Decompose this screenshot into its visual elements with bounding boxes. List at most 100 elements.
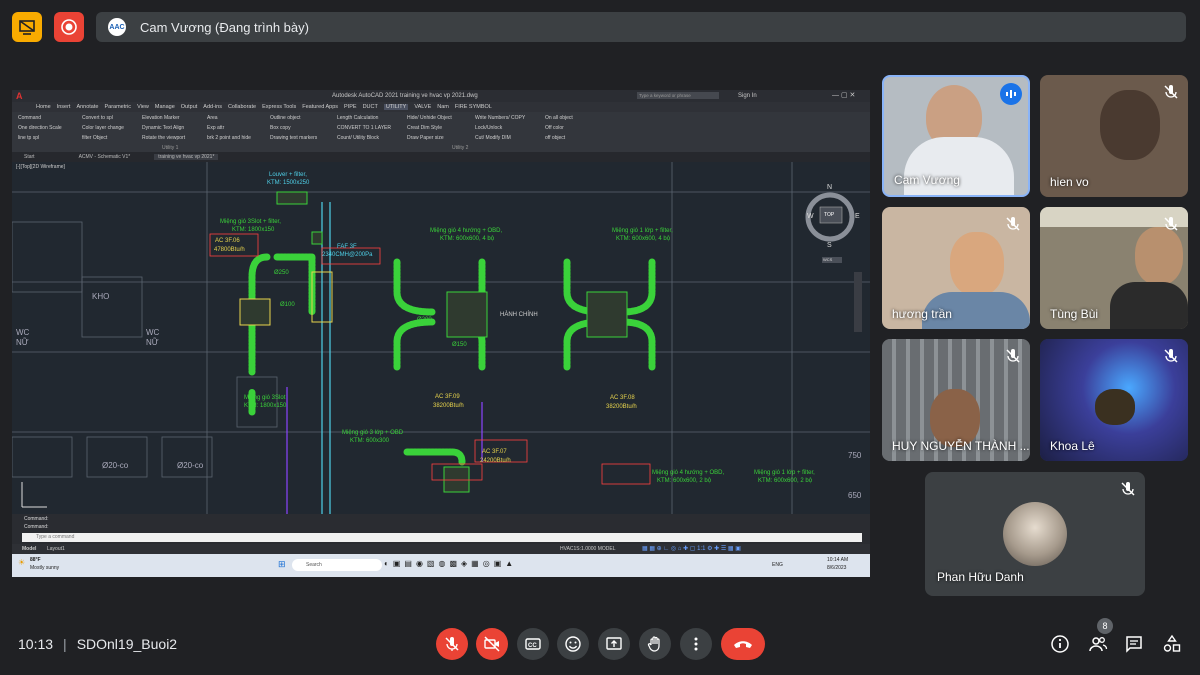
cad-label: WC <box>16 328 30 337</box>
weather-temp[interactable]: 88°F <box>30 557 41 563</box>
participant-tile[interactable]: Phan Hữu Danh <box>925 472 1145 596</box>
doc-tab[interactable]: ACMV - Schematic V1* <box>79 154 131 160</box>
menu-tab[interactable]: Collaborate <box>228 104 256 110</box>
meeting-details-button[interactable] <box>1048 632 1072 656</box>
chat-button[interactable] <box>1122 632 1146 656</box>
ribbon-item[interactable]: One direction Scale <box>18 125 62 131</box>
layout-tab-layout1[interactable]: Layout1 <box>47 546 65 552</box>
windows-taskbar: ☀ 88°F Mostly sunny ⊞ Search ◐▣▤◉▧◍▩◈▦◎▣… <box>12 554 870 577</box>
recording-button[interactable] <box>54 12 84 42</box>
doc-tab[interactable]: Start <box>24 154 35 160</box>
menu-tab[interactable]: Express Tools <box>262 104 296 110</box>
weather-desc[interactable]: Mostly sunny <box>30 565 59 571</box>
menu-tab[interactable]: Featured Apps <box>302 104 338 110</box>
cad-label: 38200Btu/h <box>433 403 464 409</box>
ribbon-item[interactable]: Convert to spl <box>82 115 124 121</box>
participant-tile[interactable]: hương trần <box>882 207 1030 329</box>
menu-tab[interactable]: Output <box>181 104 198 110</box>
cad-label: KHO <box>92 292 110 301</box>
toggle-mic-button[interactable] <box>436 628 468 660</box>
menu-tab[interactable]: DUCT <box>363 104 378 110</box>
taskbar-search[interactable]: Search <box>292 559 382 571</box>
doc-tab-active[interactable]: training ve hvac vp 2021* <box>154 154 219 160</box>
cad-label: Ø20-co <box>102 461 129 470</box>
status-tools-icon[interactable]: ▦ ▦ ⊕ ∟ ◎ ⌂ ✚ ▢ 1:1 ⚙ ✚ ☰ ▦ ▣ <box>642 545 741 552</box>
menu-tab[interactable]: Nam <box>437 104 449 110</box>
activities-button[interactable] <box>1160 632 1184 656</box>
present-now-button[interactable] <box>598 628 630 660</box>
ribbon-item[interactable]: Off color <box>545 125 573 131</box>
separator: | <box>63 636 67 652</box>
menu-tab[interactable]: Add-ins <box>203 104 222 110</box>
participant-tile[interactable]: hien vo <box>1040 75 1188 197</box>
raise-hand-icon <box>647 636 660 652</box>
ribbon-item[interactable]: Dynamic Text Align <box>142 125 185 131</box>
presenter-banner[interactable]: AAC Cam Vương (Đang trình bày) <box>96 12 1186 42</box>
ribbon-item[interactable]: Length Calculation <box>337 115 391 121</box>
participant-tile[interactable]: HUY NGUYỄN THÀNH ... <box>882 339 1030 461</box>
mic-off-icon <box>445 637 459 651</box>
ribbon-item[interactable]: off object <box>545 135 573 141</box>
more-options-button[interactable] <box>680 628 712 660</box>
menu-tab[interactable]: Manage <box>155 104 175 110</box>
participant-name: Phan Hữu Danh <box>937 570 1024 584</box>
ribbon-item[interactable]: Command <box>18 115 62 121</box>
toggle-camera-button[interactable] <box>476 628 508 660</box>
cad-drawing-area[interactable]: [-][Top][2D Wireframe] N S W E TOP WCS L… <box>12 162 870 514</box>
taskbar-apps-icon[interactable]: ◐▣▤◉▧◍▩◈▦◎▣▲ <box>384 559 517 568</box>
ribbon-item[interactable]: Hide/ Unhide Object <box>407 115 452 121</box>
tray-date[interactable]: 8/6/2023 <box>827 565 846 571</box>
participant-tile-speaking[interactable]: Cam Vương <box>882 75 1030 197</box>
ribbon-item[interactable]: Cut/ Modify DIM <box>475 135 525 141</box>
ribbon-item[interactable]: Drawing text markers <box>270 135 317 141</box>
presentation-mode-button[interactable] <box>12 12 42 42</box>
ribbon-item[interactable]: On all object <box>545 115 573 121</box>
reactions-button[interactable] <box>557 628 589 660</box>
leave-call-button[interactable] <box>721 628 765 660</box>
people-button[interactable] <box>1086 632 1110 656</box>
autocad-logo-icon: A <box>16 91 23 101</box>
menu-tab[interactable]: Home <box>36 104 51 110</box>
mic-off-icon <box>1164 85 1178 99</box>
ribbon-item[interactable]: Elevation Marker <box>142 115 185 121</box>
info-icon <box>1051 635 1069 653</box>
window-controls-icon[interactable]: — ▢ ✕ <box>832 91 855 99</box>
raise-hand-button[interactable] <box>639 628 671 660</box>
search-field[interactable]: Type a keyword or phrase <box>637 92 719 99</box>
menu-tab[interactable]: View <box>137 104 149 110</box>
ribbon-item[interactable]: brk 2 point and hide <box>207 135 251 141</box>
ribbon-item[interactable]: Rotate the viewport <box>142 135 185 141</box>
tray-time[interactable]: 10:14 AM <box>827 557 848 563</box>
windows-start-icon[interactable]: ⊞ <box>278 559 286 570</box>
menu-tab[interactable]: Annotate <box>76 104 98 110</box>
tray-lang[interactable]: ENG <box>772 562 783 568</box>
ribbon-item[interactable]: Write Numbers/ COPY <box>475 115 525 121</box>
ribbon-item[interactable]: Area <box>207 115 251 121</box>
menu-tab[interactable]: FIRE SYMBOL <box>455 104 492 110</box>
ribbon-item[interactable]: CONVERT TO 1 LAYER <box>337 125 391 131</box>
ribbon-item[interactable]: Box copy <box>270 125 317 131</box>
participant-tile[interactable]: Tùng Bùi <box>1040 207 1188 329</box>
ribbon-item[interactable]: Lock/Unlock <box>475 125 525 131</box>
command-input[interactable]: Type a command <box>22 533 862 542</box>
cad-label: KTM: 600x600, 2 bộ <box>758 478 813 484</box>
menu-tab[interactable]: VALVE <box>414 104 431 110</box>
sign-in-link[interactable]: Sign In <box>738 93 757 99</box>
captions-button[interactable]: CC <box>517 628 549 660</box>
ribbon-item[interactable]: Creat Dim Style <box>407 125 452 131</box>
ribbon-item[interactable]: Outline object <box>270 115 317 121</box>
layout-tab-model[interactable]: Model <box>22 546 36 552</box>
ribbon-item[interactable]: line tp spl <box>18 135 62 141</box>
ribbon-item[interactable]: Draw Paper size <box>407 135 452 141</box>
menu-tab[interactable]: PIPE <box>344 104 357 110</box>
menu-tab-active[interactable]: UTILITY <box>383 104 409 110</box>
cad-label: FAF 3F <box>337 244 357 250</box>
status-scale[interactable]: HVAC1S:1.0000 MODEL <box>560 546 616 552</box>
menu-tab[interactable]: Parametric <box>104 104 131 110</box>
ribbon-item[interactable]: filter Object <box>82 135 124 141</box>
ribbon-item[interactable]: Exp attr <box>207 125 251 131</box>
menu-tab[interactable]: Insert <box>57 104 71 110</box>
ribbon-item[interactable]: Count/ Utility Block <box>337 135 391 141</box>
participant-tile[interactable]: Khoa Lê <box>1040 339 1188 461</box>
ribbon-item[interactable]: Color layer change <box>82 125 124 131</box>
